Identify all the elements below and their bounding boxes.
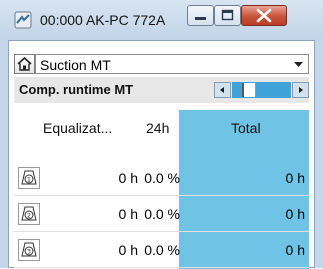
close-icon (256, 8, 272, 23)
column-header-equalization: Equalizat... (43, 120, 113, 136)
previous-button[interactable] (214, 82, 231, 98)
app-window: 00:000 AK-PC 772A Suction MT Comp. runti… (0, 0, 323, 269)
total-value: 0 h (285, 170, 305, 186)
minimize-button[interactable] (187, 5, 214, 26)
compressor-2-icon: 2 (18, 203, 40, 225)
home-icon (17, 56, 32, 71)
total-value: 0 h (285, 206, 305, 222)
table-row[interactable]: 2 0 h 0.0 % 0 h (14, 196, 309, 232)
suction-group-select[interactable]: Suction MT (35, 54, 309, 74)
next-button[interactable] (292, 82, 309, 98)
window-title: 00:000 AK-PC 772A (40, 12, 166, 28)
suction-selector-row: Suction MT (14, 54, 309, 74)
percent-24h-value: 0.0 % (144, 242, 180, 258)
minimize-icon (195, 17, 206, 20)
maximize-button[interactable] (214, 5, 241, 26)
percent-24h-value: 0.0 % (144, 170, 180, 186)
compressor-1-icon: 1 (18, 167, 40, 189)
section-header: Comp. runtime MT (14, 77, 309, 103)
svg-text:3: 3 (27, 248, 31, 256)
percent-24h-value: 0.0 % (144, 206, 180, 222)
arrow-left-icon (220, 87, 224, 93)
svg-text:2: 2 (27, 212, 31, 220)
scrollbar-thumb[interactable] (242, 83, 256, 97)
suction-group-value: Suction MT (40, 57, 111, 73)
arrow-right-icon (299, 87, 303, 93)
compressor-3-icon: 3 (18, 239, 40, 261)
svg-text:1: 1 (27, 176, 31, 184)
column-header-24h: 24h (146, 120, 170, 136)
total-value: 0 h (285, 242, 305, 258)
home-button[interactable] (14, 54, 35, 74)
page-scrollbar[interactable] (232, 82, 291, 98)
chevron-down-icon[interactable] (290, 56, 307, 72)
table-row[interactable]: 1 0 h 0.0 % 0 h (14, 160, 309, 196)
content-panel: Suction MT Comp. runtime MT Equalizat...… (8, 40, 315, 269)
title-bar[interactable]: 00:000 AK-PC 772A (0, 0, 323, 40)
close-button[interactable] (241, 5, 287, 26)
section-title: Comp. runtime MT (19, 82, 134, 97)
column-header-total: Total (231, 120, 261, 136)
table-row[interactable]: 3 0 h 0.0 % 0 h (14, 232, 309, 268)
maximize-icon (221, 9, 234, 21)
app-icon (14, 11, 32, 29)
